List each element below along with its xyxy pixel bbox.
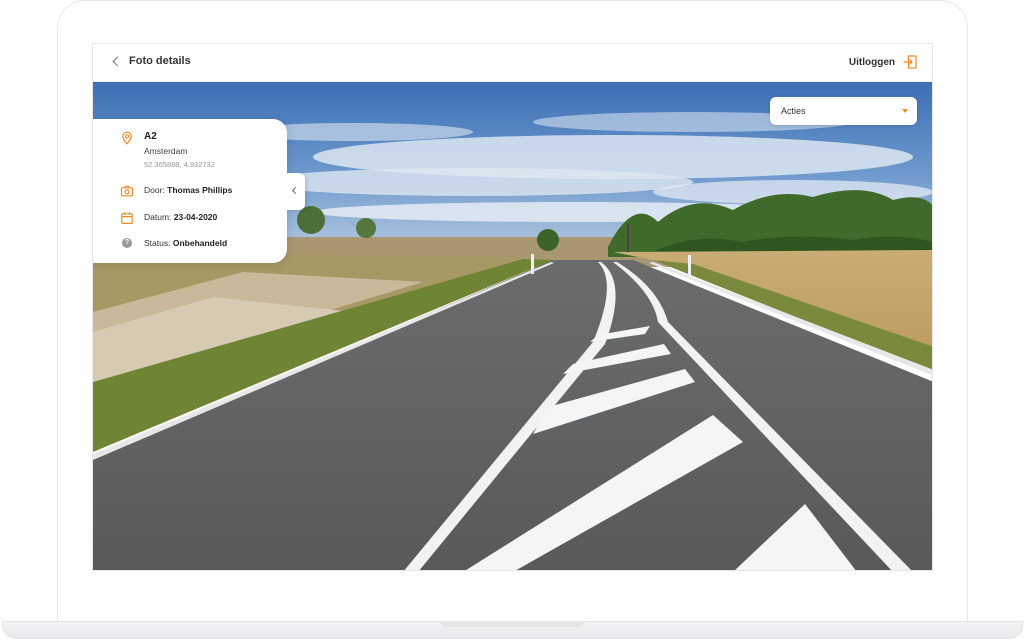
date-value: 23-04-2020 (173, 212, 218, 222)
actions-dropdown[interactable]: Acties (770, 97, 917, 125)
app-screen: Foto details Uitloggen Acties A2 Amsterd… (92, 43, 933, 571)
road-photo: Acties A2 Amsterdam 52.365888, 4.932732 (93, 82, 932, 570)
author-label: Door: (144, 185, 165, 195)
status-question-icon: ? (122, 238, 132, 248)
logout-icon (903, 55, 917, 69)
photo-info-panel: A2 Amsterdam 52.365888, 4.932732 Door: T… (93, 119, 287, 263)
logout-label: Uitloggen (848, 56, 895, 68)
caret-down-icon (902, 109, 908, 113)
status-text: Status: Onbehandeld (144, 237, 227, 249)
back-button[interactable]: Foto details (112, 55, 191, 67)
laptop-notch (440, 621, 585, 627)
top-bar: Foto details Uitloggen (93, 44, 932, 82)
date-label: Datum: (144, 212, 172, 222)
chevron-left-icon (291, 186, 300, 195)
actions-dropdown-label: Acties (781, 106, 806, 116)
collapse-panel-button[interactable] (287, 173, 305, 210)
author-value: Thomas Phillips (167, 185, 233, 195)
location-city: Amsterdam (144, 146, 188, 156)
location-pin-icon (122, 131, 132, 145)
logout-button[interactable]: Uitloggen (849, 55, 917, 69)
location-coordinates: 52.365888, 4.932732 (144, 160, 215, 169)
date-text: Datum: 23-04-2020 (144, 211, 217, 223)
author-row: Door: Thomas Phillips (120, 184, 232, 198)
status-label: Status: (144, 238, 171, 248)
status-row: ? Status: Onbehandeld (120, 237, 227, 249)
author-text: Door: Thomas Phillips (144, 184, 232, 196)
calendar-icon (121, 212, 133, 225)
status-value: Onbehandeld (172, 238, 228, 248)
date-row: Datum: 23-04-2020 (120, 211, 217, 225)
location-name: A2 (144, 131, 157, 142)
location-row: A2 Amsterdam 52.365888, 4.932732 (120, 131, 215, 170)
location-details: A2 Amsterdam 52.365888, 4.932732 (144, 131, 215, 170)
page-title: Foto details (129, 55, 191, 67)
chevron-left-icon (112, 56, 123, 66)
camera-icon (120, 185, 134, 197)
